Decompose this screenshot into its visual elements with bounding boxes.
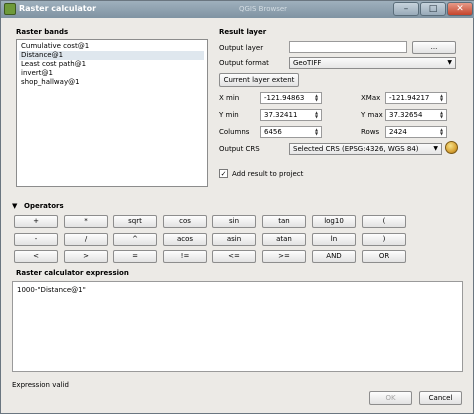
op-button[interactable]: < — [14, 250, 58, 263]
background-window-title: QGIS Browser — [239, 5, 288, 13]
title-bar: Raster calculator QGIS Browser – □ ✕ — [1, 1, 474, 18]
op-button[interactable]: * — [64, 215, 108, 228]
list-item[interactable]: Least cost path@1 — [19, 60, 204, 69]
op-button[interactable]: sqrt — [113, 215, 157, 228]
rows-value: 2424 — [389, 128, 407, 136]
expression-title: Raster calculator expression — [16, 269, 129, 277]
expression-editor[interactable]: 1000-"Distance@1" — [12, 281, 463, 372]
app-icon — [4, 3, 16, 15]
rows-spinbox[interactable]: 2424 ▲ ▼ — [385, 126, 447, 138]
output-crs-select[interactable]: Selected CRS (EPSG:4326, WGS 84) ▼ — [289, 143, 442, 155]
op-button[interactable]: ( — [362, 215, 406, 228]
op-button[interactable]: log10 — [312, 215, 356, 228]
columns-label: Columns — [219, 128, 250, 136]
output-layer-field[interactable] — [289, 41, 407, 53]
op-button[interactable]: ^ — [113, 233, 157, 246]
maximize-button[interactable]: □ — [420, 2, 446, 16]
xmin-value: -121.94863 — [264, 94, 305, 102]
rows-label: Rows — [361, 128, 380, 136]
ymin-label: Y min — [219, 111, 239, 119]
op-button[interactable]: >= — [262, 250, 306, 263]
columns-value: 6456 — [264, 128, 282, 136]
ymin-spinbox[interactable]: 37.32411 ▲ ▼ — [260, 109, 322, 121]
globe-icon[interactable] — [445, 141, 458, 154]
window-title: Raster calculator — [19, 4, 97, 13]
spin-arrows-icon[interactable]: ▲ ▼ — [313, 128, 320, 136]
output-layer-label: Output layer — [219, 44, 264, 52]
list-item[interactable]: shop_hallway@1 — [19, 78, 204, 87]
chevron-down-icon: ▼ — [447, 59, 452, 66]
ymin-value: 37.32411 — [264, 111, 298, 119]
spin-arrows-icon[interactable]: ▲ ▼ — [313, 111, 320, 119]
op-button[interactable]: - — [14, 233, 58, 246]
op-button[interactable]: tan — [262, 215, 306, 228]
checkmark-icon: ✓ — [220, 170, 227, 178]
spin-arrows-icon[interactable]: ▲ ▼ — [438, 128, 445, 136]
op-button[interactable]: atan — [262, 233, 306, 246]
ymax-spinbox[interactable]: 37.32654 ▲ ▼ — [385, 109, 447, 121]
ymax-value: 37.32654 — [389, 111, 423, 119]
output-format-value: GeoTIFF — [293, 59, 322, 67]
columns-spinbox[interactable]: 6456 ▲ ▼ — [260, 126, 322, 138]
op-button[interactable]: AND — [312, 250, 356, 263]
spin-arrows-icon[interactable]: ▲ ▼ — [313, 94, 320, 102]
op-button[interactable]: ) — [362, 233, 406, 246]
xmax-spinbox[interactable]: -121.94217 ▲ ▼ — [385, 92, 447, 104]
op-button[interactable]: != — [163, 250, 207, 263]
op-button[interactable]: acos — [163, 233, 207, 246]
current-layer-extent-button[interactable]: Current layer extent — [219, 73, 299, 87]
output-crs-value: Selected CRS (EPSG:4326, WGS 84) — [293, 145, 419, 153]
op-button[interactable]: + — [14, 215, 58, 228]
add-result-checkbox[interactable]: ✓ — [219, 169, 228, 178]
output-format-label: Output format — [219, 59, 269, 67]
raster-bands-list[interactable]: Cumulative cost@1 Distance@1 Least cost … — [16, 39, 208, 187]
ok-button[interactable]: OK — [369, 391, 412, 405]
op-button[interactable]: ln — [312, 233, 356, 246]
op-button[interactable]: OR — [362, 250, 406, 263]
raster-calculator-dialog: Raster calculator QGIS Browser – □ ✕ Ras… — [0, 0, 474, 414]
xmax-value: -121.94217 — [389, 94, 430, 102]
xmin-label: X min — [219, 94, 240, 102]
cancel-button[interactable]: Cancel — [419, 391, 462, 405]
raster-bands-title: Raster bands — [16, 28, 69, 36]
list-item[interactable]: Cumulative cost@1 — [19, 42, 204, 51]
op-button[interactable]: > — [64, 250, 108, 263]
status-text: Expression valid — [12, 381, 69, 389]
close-button[interactable]: ✕ — [447, 2, 473, 16]
xmax-label: XMax — [361, 94, 381, 102]
minimize-button[interactable]: – — [393, 2, 419, 16]
add-result-label: Add result to project — [232, 170, 304, 178]
op-button[interactable]: sin — [212, 215, 256, 228]
op-button[interactable]: cos — [163, 215, 207, 228]
browse-button[interactable]: ... — [412, 41, 456, 54]
list-item[interactable]: Distance@1 — [19, 51, 204, 60]
output-crs-label: Output CRS — [219, 145, 260, 153]
op-button[interactable]: = — [113, 250, 157, 263]
op-button[interactable]: <= — [212, 250, 256, 263]
list-item[interactable]: invert@1 — [19, 69, 204, 78]
xmin-spinbox[interactable]: -121.94863 ▲ ▼ — [260, 92, 322, 104]
ymax-label: Y max — [361, 111, 383, 119]
op-button[interactable]: / — [64, 233, 108, 246]
spin-arrows-icon[interactable]: ▲ ▼ — [438, 111, 445, 119]
triangle-down-icon[interactable]: ▼ — [12, 202, 17, 210]
op-button[interactable]: asin — [212, 233, 256, 246]
chevron-down-icon: ▼ — [433, 145, 438, 152]
output-format-select[interactable]: GeoTIFF ▼ — [289, 57, 456, 69]
spin-arrows-icon[interactable]: ▲ ▼ — [438, 94, 445, 102]
result-layer-title: Result layer — [219, 28, 267, 36]
expression-text: 1000-"Distance@1" — [17, 286, 86, 294]
operators-title: Operators — [24, 202, 64, 210]
